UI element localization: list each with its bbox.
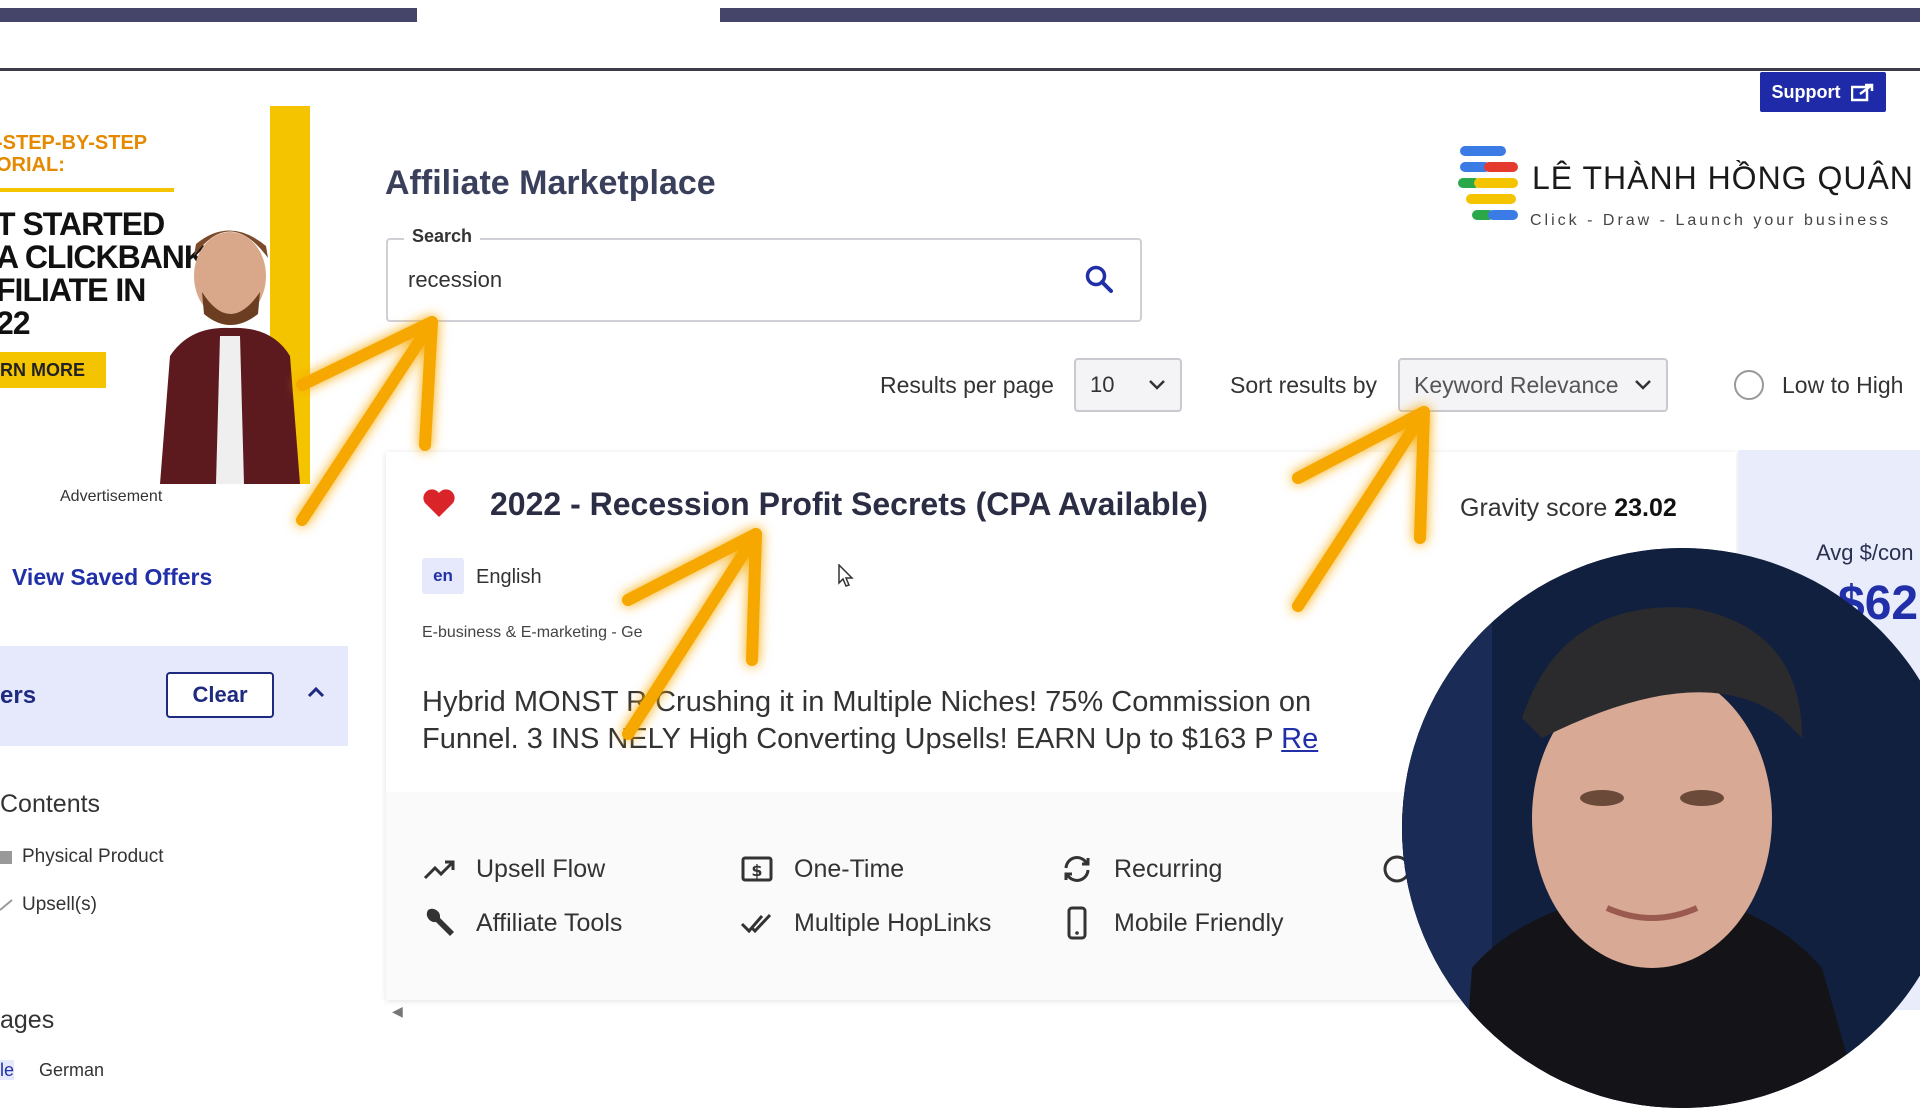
refresh-icon (1064, 856, 1090, 882)
offer-title[interactable]: 2022 - Recession Profit Secrets (CPA Ava… (490, 486, 1208, 523)
results-per-page-value: 10 (1090, 372, 1115, 397)
mouse-cursor-icon (838, 564, 854, 587)
low-to-high-label[interactable]: Low to High (1782, 372, 1903, 399)
ad-caption: Advertisement (60, 488, 163, 505)
support-button[interactable]: Support (1760, 72, 1886, 112)
gravity-score-value: 23.02 (1614, 494, 1677, 522)
language-badge: en (422, 558, 464, 594)
feature-upsell-flow: Upsell Flow (422, 852, 605, 886)
results-per-page-label: Results per page (880, 372, 1054, 398)
wrench-icon (426, 908, 454, 936)
feature-label: Upsell Flow (476, 854, 606, 883)
external-link-icon (1850, 83, 1873, 102)
heart-icon[interactable] (422, 488, 456, 518)
search-icon[interactable] (1084, 264, 1114, 294)
language-item-label: German (39, 1060, 105, 1080)
chevron-down-icon (1149, 380, 1165, 390)
ad-divider (0, 188, 174, 192)
top-strip-segment (0, 8, 417, 22)
contents-heading: Contents (0, 790, 101, 818)
contents-item-upsells[interactable]: Upsell(s) (0, 894, 97, 916)
top-strip (0, 0, 1920, 71)
feature-label: Multiple HopLinks (794, 908, 992, 937)
results-per-page-select[interactable]: 10 (1074, 358, 1182, 412)
feature-label: Affiliate Tools (476, 908, 623, 937)
double-check-icon (740, 913, 772, 934)
feature-multiple-hoplinks: Multiple HopLinks (740, 906, 991, 940)
sort-results-label: Sort results by (1230, 372, 1377, 398)
low-to-high-radio[interactable] (1734, 370, 1764, 400)
dollar-bill-icon: $ (741, 856, 773, 882)
offer-description-line: Hybrid MONST R Crushing it in Multiple N… (422, 686, 1312, 718)
brand-logo-icon (1458, 146, 1518, 220)
feature-mobile-friendly: Mobile Friendly (1060, 906, 1284, 940)
view-saved-offers-link[interactable]: View Saved Offers (12, 564, 212, 591)
brand-logo-title: LÊ THÀNH HỒNG QUÂN (1532, 160, 1914, 196)
search-input[interactable] (406, 266, 1050, 294)
mobile-phone-icon (1067, 906, 1087, 940)
read-more-link[interactable]: Re (1281, 723, 1318, 755)
advertisement-banner[interactable]: -STEP-BY-STEP ORIAL: T STARTED A CLICKBA… (0, 106, 310, 484)
search-label: Search (404, 226, 481, 247)
brand-logo-tagline: Click - Draw - Launch your business (1530, 212, 1892, 229)
feature-label: One-Time (794, 854, 905, 883)
feature-label: Mobile Friendly (1114, 908, 1284, 937)
ad-subtitle: -STEP-BY-STEP ORIAL: (0, 132, 148, 176)
sort-results-select[interactable]: Keyword Relevance (1398, 358, 1668, 412)
feature-one-time: $ One-Time (740, 852, 904, 886)
support-label: Support (1771, 81, 1841, 102)
filters-title: ers (0, 682, 37, 709)
offer-description-line: Funnel. 3 INS NELY High Converting Upsel… (422, 723, 1274, 755)
trend-up-icon (0, 899, 13, 911)
offer-description: Hybrid MONST R Crushing it in Multiple N… (422, 684, 1462, 758)
avg-per-conversion-label: Avg $/con (1816, 540, 1914, 565)
contents-item-label: Upsell(s) (22, 894, 97, 915)
svg-text:$: $ (751, 861, 762, 880)
contents-item-physical-product[interactable]: Physical Product (0, 846, 164, 868)
trend-up-icon (423, 860, 455, 880)
offer-description-line-2: Funnel. 3 INS NELY High Converting Upsel… (422, 721, 1462, 758)
language-item-german[interactable]: le German (0, 1060, 104, 1081)
chevron-down-icon (1635, 380, 1651, 390)
ad-learn-more-button[interactable]: RN MORE (0, 352, 106, 388)
feature-recurring: Recurring (1060, 852, 1222, 886)
top-strip-segment (720, 8, 1920, 22)
scroll-left-arrow-icon[interactable]: ◀ (392, 1003, 403, 1020)
languages-heading: ages (0, 1006, 55, 1034)
feature-label: Recurring (1114, 854, 1223, 883)
chevron-up-icon[interactable] (304, 680, 328, 704)
box-icon (0, 851, 12, 864)
page-title: Affiliate Marketplace (385, 164, 716, 202)
clear-filters-button[interactable]: Clear (166, 672, 274, 718)
ad-person-image (160, 230, 300, 484)
feature-affiliate-tools: Affiliate Tools (422, 906, 622, 940)
gravity-score: Gravity score 23.02 (1460, 494, 1677, 523)
contents-item-label: Physical Product (22, 846, 164, 867)
sort-results-value: Keyword Relevance (1414, 371, 1619, 398)
language-item-prefix: le (0, 1060, 15, 1080)
language-name: English (476, 566, 542, 588)
offer-category: E-business & E-marketing - Ge (422, 624, 643, 641)
gravity-score-label: Gravity score (1460, 494, 1608, 522)
